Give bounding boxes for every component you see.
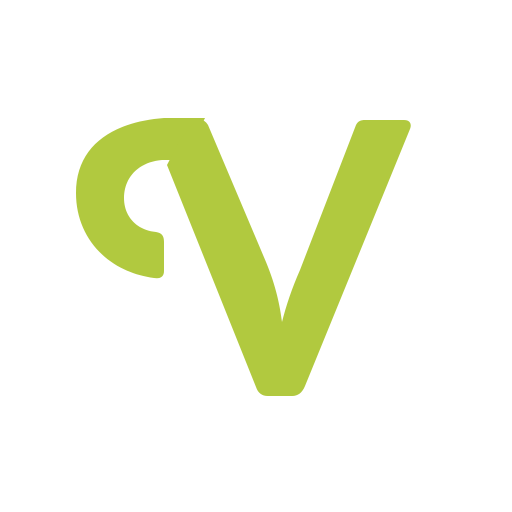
logo-v-shape [167,119,411,397]
logo-canvas [0,0,512,512]
letter-v-logo-icon [76,118,411,397]
